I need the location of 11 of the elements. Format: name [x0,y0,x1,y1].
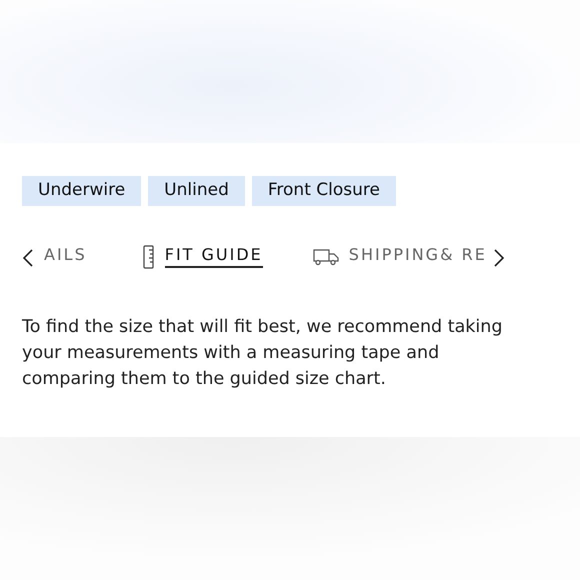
ruler-icon [142,244,155,268]
feature-tag: Underwire [22,176,142,206]
chevron-left-icon[interactable] [22,248,34,268]
section-tab[interactable]: SHIPPING& RE [312,245,487,271]
section-tab[interactable]: AILS [44,245,87,271]
feature-tag: Unlined [148,176,245,206]
description-text: To find the size that will fit best, we recommend taking your measurements with a measuring tape and comparing them to the guided size chart. [22,316,504,391]
truck-icon [312,248,339,266]
feature-tag: Front Closure [252,176,396,206]
chevron-right-icon[interactable] [492,248,505,268]
section-tab[interactable]: FIT GUIDE [142,244,263,272]
